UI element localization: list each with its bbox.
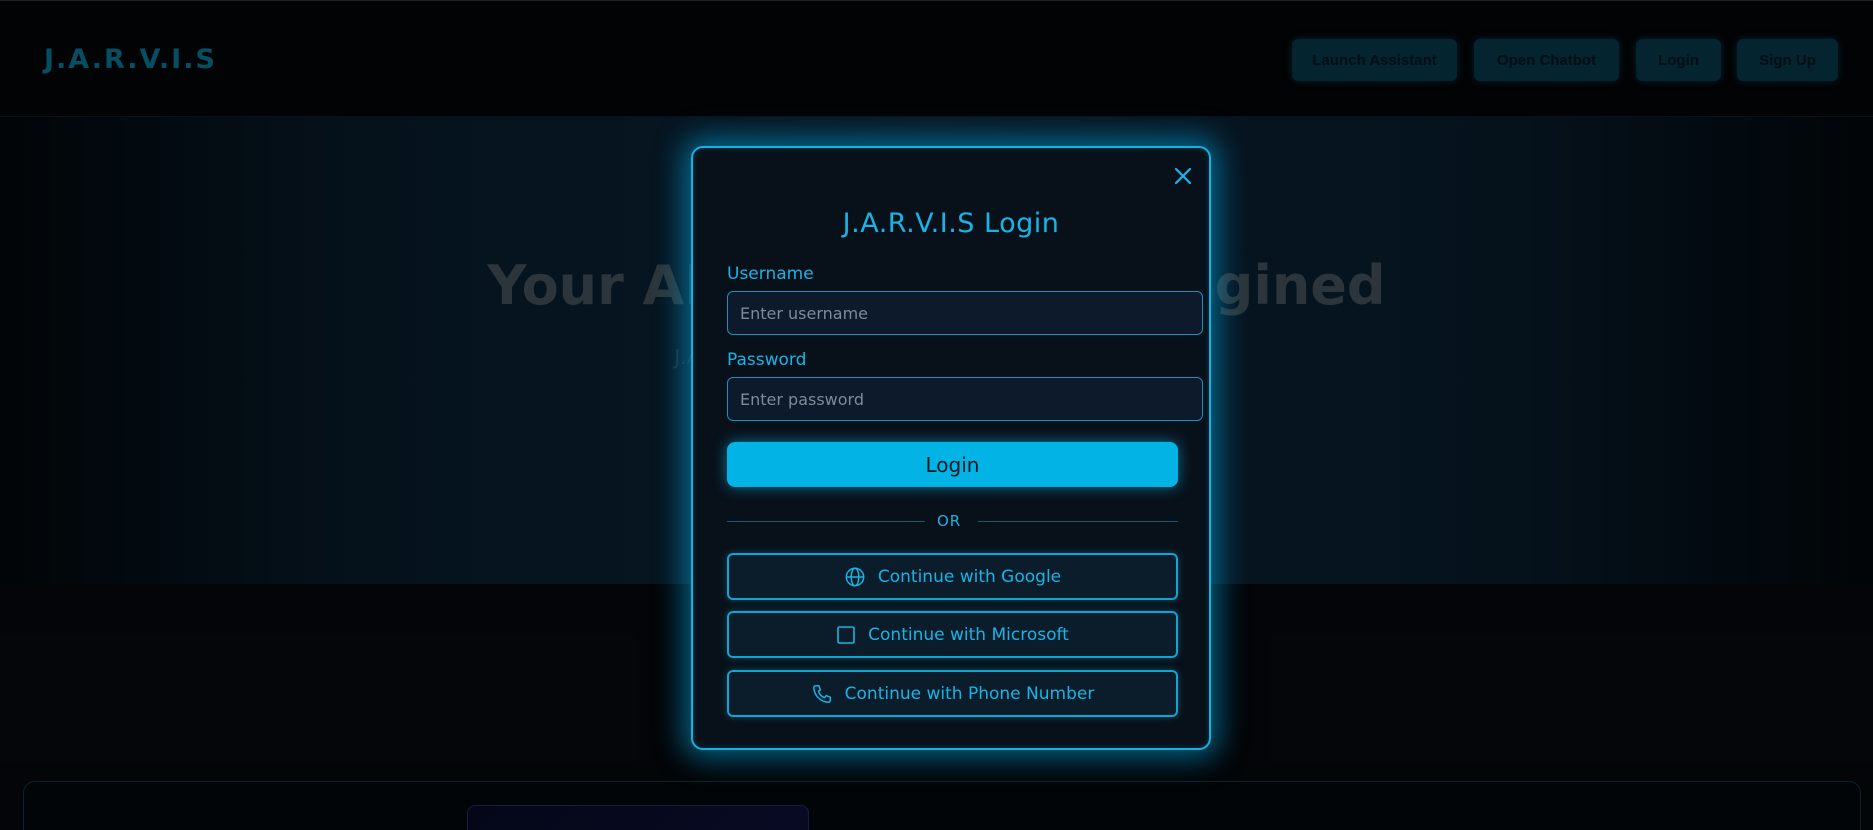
- login-modal: J.A.R.V.I.S Login Username Password Logi…: [691, 146, 1211, 750]
- divider-line-right: [978, 521, 1178, 522]
- phone-login-label: Continue with Phone Number: [844, 683, 1095, 704]
- divider-line-left: [727, 521, 925, 522]
- google-login-button[interactable]: Continue with Google: [727, 553, 1178, 600]
- login-button[interactable]: Login: [727, 442, 1178, 487]
- square-icon: [837, 625, 855, 644]
- globe-icon: [845, 567, 865, 586]
- username-input[interactable]: [727, 291, 1203, 335]
- google-login-label: Continue with Google: [877, 566, 1062, 587]
- password-input[interactable]: [727, 377, 1203, 421]
- username-label: Username: [727, 264, 814, 284]
- divider-or: OR: [937, 512, 962, 530]
- modal-title: J.A.R.V.I.S Login: [842, 208, 1060, 239]
- password-label: Password: [727, 350, 807, 370]
- microsoft-login-label: Continue with Microsoft: [868, 624, 1069, 645]
- page: J.A.R.V.I.S Launch Assistant Open Chatbo…: [0, 0, 1873, 830]
- close-icon: [1174, 167, 1192, 185]
- phone-icon: [812, 684, 831, 703]
- microsoft-login-button[interactable]: Continue with Microsoft: [727, 611, 1178, 658]
- close-button[interactable]: [1169, 162, 1197, 190]
- phone-login-button[interactable]: Continue with Phone Number: [727, 670, 1178, 717]
